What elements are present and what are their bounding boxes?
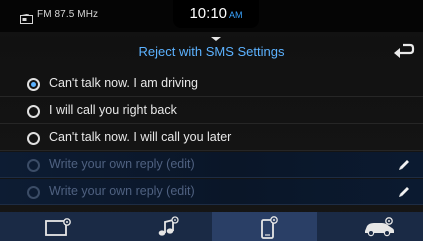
reply-label: Can't talk now. I am driving — [49, 76, 198, 90]
sms-settings-screen: FM 87.5 MHz 10:10 AM Reject with SMS Sett… — [0, 0, 423, 241]
reply-label: Can't talk now. I will call you later — [49, 130, 232, 144]
clock-time: 10:10 — [189, 5, 228, 22]
page-title: Reject with SMS Settings — [138, 44, 285, 59]
radio-station-text: FM 87.5 MHz — [37, 9, 99, 20]
nav-tab-screen-settings[interactable] — [0, 212, 105, 241]
reply-option[interactable]: Can't talk now. I will call you later — [0, 125, 423, 151]
pencil-icon[interactable] — [397, 158, 411, 172]
nav-tab-phone-settings[interactable] — [212, 212, 317, 241]
back-button[interactable] — [390, 40, 418, 64]
custom-reply-option[interactable]: Write your own reply (edit) — [0, 179, 423, 205]
screen-settings-icon — [45, 218, 71, 236]
radio-button[interactable] — [27, 132, 40, 145]
radio-button-selected[interactable] — [27, 78, 40, 91]
reply-list: Can't talk now. I am driving I will call… — [0, 71, 423, 206]
vehicle-settings-icon — [365, 217, 394, 237]
bottom-nav — [0, 212, 423, 241]
clock: 10:10 AM — [173, 5, 259, 22]
nav-tab-vehicle-settings[interactable] — [318, 212, 423, 241]
radio-button[interactable] — [27, 159, 40, 172]
clock-ampm: AM — [229, 10, 243, 20]
radio-button[interactable] — [27, 105, 40, 118]
reply-option[interactable]: Can't talk now. I am driving — [0, 71, 423, 97]
music-settings-icon — [158, 216, 179, 236]
status-bar: FM 87.5 MHz 10:10 AM — [0, 0, 423, 41]
radio-tuner-icon — [20, 11, 33, 29]
nav-tab-music-settings[interactable] — [106, 212, 211, 241]
reply-label: I will call you right back — [49, 103, 177, 117]
phone-settings-icon — [261, 216, 278, 239]
reply-label: Write your own reply (edit) — [49, 157, 195, 171]
reply-option[interactable]: I will call you right back — [0, 98, 423, 124]
reply-label: Write your own reply (edit) — [49, 184, 195, 198]
back-arrow-icon — [394, 43, 415, 58]
pencil-icon[interactable] — [397, 185, 411, 199]
custom-reply-option[interactable]: Write your own reply (edit) — [0, 152, 423, 178]
clock-tab[interactable]: 10:10 AM — [173, 0, 259, 28]
radio-button[interactable] — [27, 186, 40, 199]
